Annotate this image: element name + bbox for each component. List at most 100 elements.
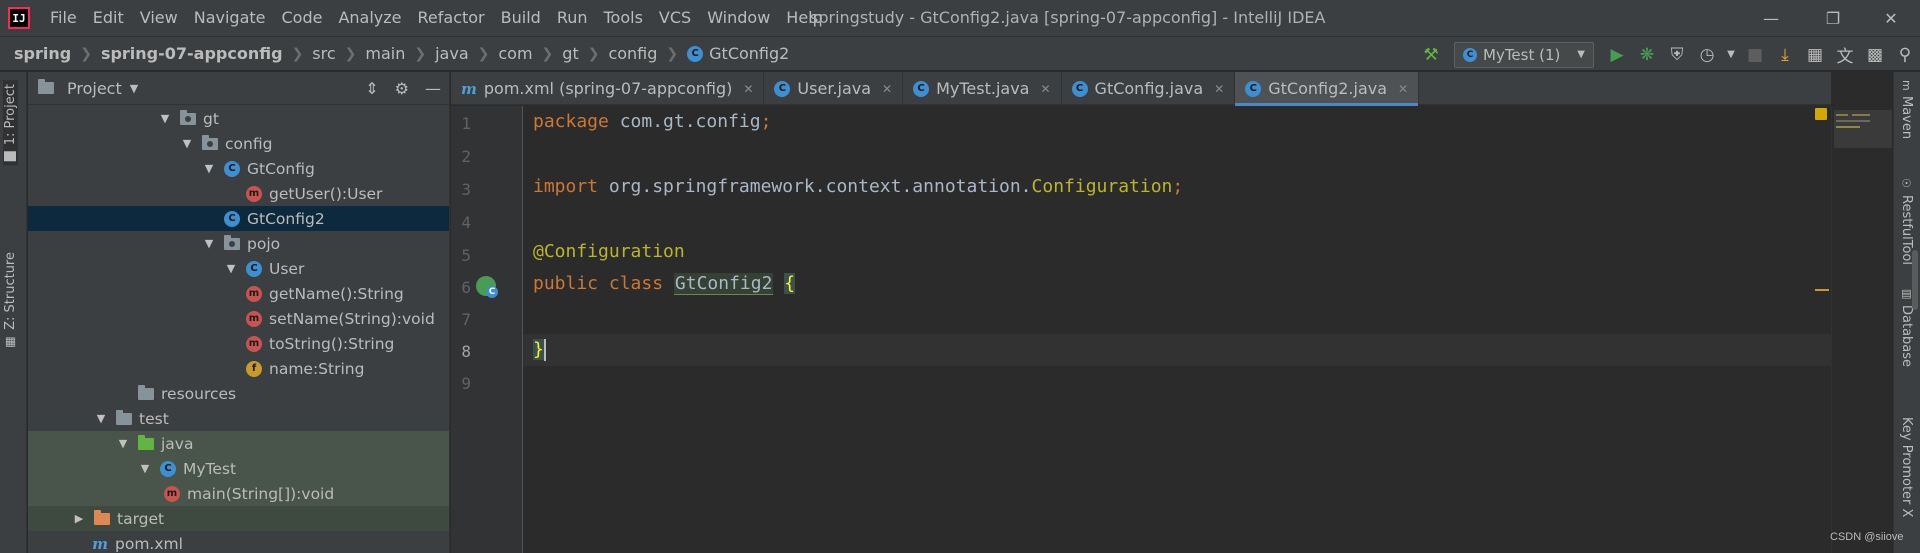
breadcrumb-item-src[interactable]: src xyxy=(312,36,335,71)
expand-arrow-icon[interactable]: ▼ xyxy=(158,112,172,125)
tab-gtconfig-java[interactable]: C GtConfig.java ✕ xyxy=(1062,72,1236,105)
profile-dropdown-icon[interactable]: ▼ xyxy=(1722,40,1740,70)
menu-tools[interactable]: Tools xyxy=(596,0,651,36)
breadcrumb-item-config[interactable]: config xyxy=(608,36,657,71)
tree-item-getuser[interactable]: m getUser():User xyxy=(28,181,449,206)
import-class: Configuration xyxy=(1031,176,1173,197)
tree-item-config[interactable]: ▼ config xyxy=(28,131,449,156)
tab-gtconfig2-java[interactable]: C GtConfig2.java ✕ xyxy=(1235,72,1420,106)
gear-icon[interactable]: ⚙ xyxy=(395,79,409,98)
breadcrumb-item-gtconfig2[interactable]: C GtConfig2 xyxy=(687,36,789,71)
tree-item-tostring[interactable]: m toString():String xyxy=(28,331,449,356)
project-structure-icon[interactable]: ▦ xyxy=(1800,40,1830,70)
breadcrumb-separator-icon: ❯ xyxy=(291,45,304,62)
expand-arrow-icon[interactable]: ▼ xyxy=(138,462,152,475)
close-tab-icon[interactable]: ✕ xyxy=(1214,82,1224,96)
spring-bean-gutter-icon[interactable] xyxy=(476,276,498,298)
maven-tool-tab[interactable]: m Maven xyxy=(1899,80,1914,139)
maven-icon: m xyxy=(92,534,108,553)
code-minimap[interactable] xyxy=(1831,106,1893,553)
method-icon: m xyxy=(164,485,180,502)
expand-arrow-icon[interactable]: ▼ xyxy=(180,137,194,150)
close-brace: } xyxy=(533,339,544,360)
minimize-icon[interactable]: — xyxy=(1748,0,1794,36)
tab-mytest-java[interactable]: C MyTest.java ✕ xyxy=(903,72,1062,105)
menu-refactor[interactable]: Refactor xyxy=(410,0,493,36)
expand-arrow-icon[interactable]: ▼ xyxy=(94,412,108,425)
tree-item-getname[interactable]: m getName():String xyxy=(28,281,449,306)
line-number: 1 xyxy=(461,114,471,133)
project-tool-tab[interactable]: 1: Project xyxy=(3,80,18,166)
close-tab-icon[interactable]: ✕ xyxy=(1398,82,1408,96)
menu-window[interactable]: Window xyxy=(699,0,778,36)
tab-pom-xml[interactable]: m pom.xml (spring-07-appconfig) ✕ xyxy=(451,72,765,105)
tree-item-name-field[interactable]: f name:String xyxy=(28,356,449,381)
build-hammer-icon[interactable]: ⚒ xyxy=(1416,40,1446,70)
stop-icon[interactable]: ■ xyxy=(1740,40,1770,70)
tree-item-test[interactable]: ▼ test xyxy=(28,406,449,431)
tree-item-user[interactable]: ▼ C User xyxy=(28,256,449,281)
maven-icon: m xyxy=(461,79,477,98)
breadcrumb-item-com[interactable]: com xyxy=(498,36,532,71)
menu-run[interactable]: Run xyxy=(549,0,596,36)
run-configuration-selector[interactable]: C MyTest (1) ▼ xyxy=(1454,41,1594,68)
tree-item-pojo[interactable]: ▼ pojo xyxy=(28,231,449,256)
coverage-shield-icon[interactable]: ⛨ xyxy=(1662,40,1692,70)
tree-item-gtconfig2[interactable]: C GtConfig2 xyxy=(28,206,449,231)
tree-item-test-java[interactable]: ▼ java xyxy=(28,431,449,456)
close-window-icon[interactable]: ✕ xyxy=(1868,0,1914,36)
tree-item-main-method[interactable]: m main(String[]):void xyxy=(28,481,449,506)
expand-arrow-icon[interactable]: ▼ xyxy=(202,162,216,175)
menu-vcs[interactable]: VCS xyxy=(651,0,699,36)
close-tab-icon[interactable]: ✕ xyxy=(882,82,892,96)
code-editor[interactable]: 1 2 3 4 5 6 7 8 9 package com.gt.config;… xyxy=(451,106,1831,553)
inspection-warning-icon[interactable] xyxy=(1815,108,1827,120)
breadcrumb-item-module[interactable]: spring-07-appconfig xyxy=(101,36,283,71)
key-promoter-tool-tab[interactable]: Key Promoter X xyxy=(1899,417,1914,517)
editor-vertical-scrollbar[interactable] xyxy=(1912,250,1918,310)
close-tab-icon[interactable]: ✕ xyxy=(743,82,753,96)
menu-view[interactable]: View xyxy=(132,0,186,36)
tree-item-pom[interactable]: m pom.xml xyxy=(28,531,449,553)
menu-edit[interactable]: Edit xyxy=(85,0,132,36)
class-icon: C xyxy=(1245,80,1262,97)
collapse-arrow-icon[interactable]: ▶ xyxy=(72,512,86,525)
menu-build[interactable]: Build xyxy=(493,0,549,36)
expand-arrow-icon[interactable]: ▼ xyxy=(224,262,238,275)
project-panel-title[interactable]: Project xyxy=(67,79,122,98)
expand-arrow-icon[interactable]: ▼ xyxy=(116,437,130,450)
tree-item-mytest[interactable]: ▼ C MyTest xyxy=(28,456,449,481)
import-package: org.springframework.context.annotation. xyxy=(598,176,1032,197)
menu-code[interactable]: Code xyxy=(274,0,331,36)
tree-item-label: getUser():User xyxy=(269,184,383,203)
line-number: 4 xyxy=(461,213,471,232)
close-tab-icon[interactable]: ✕ xyxy=(1040,82,1050,96)
tree-item-gtconfig[interactable]: ▼ C GtConfig xyxy=(28,156,449,181)
hide-panel-icon[interactable]: — xyxy=(425,79,441,98)
tab-user-java[interactable]: C User.java ✕ xyxy=(764,72,904,105)
chevron-down-icon[interactable]: ▼ xyxy=(130,82,138,95)
tree-item-target[interactable]: ▶ target xyxy=(28,506,449,531)
debug-bug-icon[interactable]: ❋ xyxy=(1632,40,1662,70)
profile-icon[interactable]: ◷ xyxy=(1692,40,1722,70)
restore-icon[interactable]: ❐ xyxy=(1810,0,1856,36)
collapse-all-icon[interactable]: ⇕ xyxy=(365,79,378,98)
breadcrumb-item-gt[interactable]: gt xyxy=(562,36,578,71)
error-stripe-mark[interactable] xyxy=(1815,289,1829,291)
translate-icon[interactable]: 文 xyxy=(1830,40,1860,70)
breadcrumb-item-java[interactable]: java xyxy=(435,36,469,71)
tree-item-gt[interactable]: ▼ gt xyxy=(28,106,449,131)
tree-item-setname[interactable]: m setName(String):void xyxy=(28,306,449,331)
menu-file[interactable]: File xyxy=(42,0,85,36)
breadcrumb-item-main[interactable]: main xyxy=(365,36,405,71)
menu-navigate[interactable]: Navigate xyxy=(186,0,274,36)
breadcrumb-item-spring[interactable]: spring xyxy=(14,36,71,71)
structure-tool-tab[interactable]: ▦ Z: Structure xyxy=(3,252,18,350)
menu-analyze[interactable]: Analyze xyxy=(330,0,409,36)
tree-item-resources[interactable]: resources xyxy=(28,381,449,406)
run-icon[interactable]: ▶ xyxy=(1602,40,1632,70)
expand-arrow-icon[interactable]: ▼ xyxy=(202,237,216,250)
vcs-update-icon[interactable]: ⤓ xyxy=(1770,40,1800,70)
search-everywhere-icon[interactable]: ⚲ xyxy=(1890,40,1920,70)
presentation-icon[interactable]: ▩ xyxy=(1860,40,1890,70)
